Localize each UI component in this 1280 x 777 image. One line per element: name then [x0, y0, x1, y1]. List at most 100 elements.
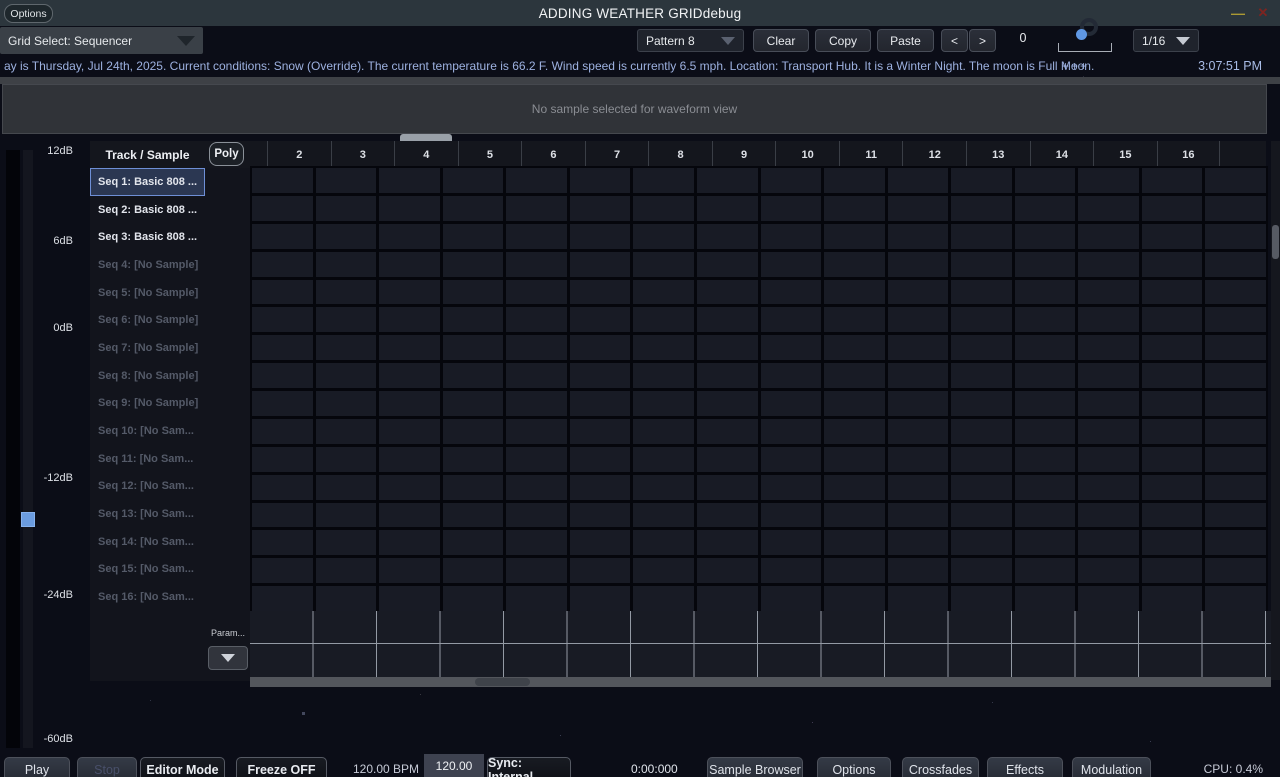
step-cell[interactable]: [1142, 168, 1203, 193]
step-cell[interactable]: [570, 530, 631, 555]
step-cell[interactable]: [506, 280, 567, 305]
step-cell[interactable]: [252, 447, 313, 472]
step-cell[interactable]: [443, 391, 504, 416]
step-cell[interactable]: [570, 363, 631, 388]
step-cell[interactable]: [951, 224, 1012, 249]
step-cell[interactable]: [633, 419, 694, 444]
step-cell[interactable]: [697, 196, 758, 221]
close-icon[interactable]: ✕: [1253, 3, 1273, 23]
track-row[interactable]: Seq 4: [No Sample]: [90, 251, 205, 279]
step-cell[interactable]: [888, 224, 949, 249]
step-cell[interactable]: [1078, 252, 1139, 277]
step-cell[interactable]: [379, 196, 440, 221]
step-cell[interactable]: [951, 391, 1012, 416]
step-cell[interactable]: [443, 447, 504, 472]
paste-button[interactable]: Paste: [877, 29, 934, 52]
step-cell[interactable]: [1142, 419, 1203, 444]
step-cell[interactable]: [1078, 168, 1139, 193]
clear-button[interactable]: Clear: [753, 29, 809, 52]
step-cell[interactable]: [888, 307, 949, 332]
pattern-dropdown[interactable]: Pattern 8: [637, 29, 744, 52]
step-cell[interactable]: [697, 307, 758, 332]
step-cell[interactable]: [697, 419, 758, 444]
step-cell[interactable]: [761, 391, 822, 416]
step-cell[interactable]: [316, 224, 377, 249]
step-cell[interactable]: [761, 280, 822, 305]
step-cell[interactable]: [379, 224, 440, 249]
step-cell[interactable]: [951, 307, 1012, 332]
step-cell[interactable]: [824, 586, 885, 611]
step-cell[interactable]: [316, 335, 377, 360]
step-cell[interactable]: [951, 503, 1012, 528]
step-cell[interactable]: [252, 196, 313, 221]
step-cell[interactable]: [697, 558, 758, 583]
step-cell[interactable]: [761, 224, 822, 249]
horizontal-scrollbar[interactable]: [250, 677, 1271, 687]
step-cell[interactable]: [1142, 196, 1203, 221]
step-cell[interactable]: [697, 363, 758, 388]
step-cell[interactable]: [252, 224, 313, 249]
step-cell[interactable]: [506, 307, 567, 332]
step-cell[interactable]: [252, 558, 313, 583]
step-cell[interactable]: [697, 391, 758, 416]
step-cell[interactable]: [1205, 558, 1266, 583]
step-cell[interactable]: [252, 503, 313, 528]
step-cell[interactable]: [506, 391, 567, 416]
step-cell[interactable]: [824, 224, 885, 249]
step-cell[interactable]: [1205, 391, 1266, 416]
step-cell[interactable]: [443, 252, 504, 277]
step-cell[interactable]: [316, 252, 377, 277]
step-cell[interactable]: [506, 419, 567, 444]
step-cell[interactable]: [443, 196, 504, 221]
step-cell[interactable]: [633, 530, 694, 555]
step-cell[interactable]: [379, 475, 440, 500]
step-cell[interactable]: [1205, 280, 1266, 305]
step-cell[interactable]: [252, 252, 313, 277]
step-cell[interactable]: [379, 586, 440, 611]
step-cell[interactable]: [1015, 419, 1076, 444]
step-cell[interactable]: [951, 280, 1012, 305]
step-cell[interactable]: [824, 447, 885, 472]
step-cell[interactable]: [633, 503, 694, 528]
step-cell[interactable]: [1142, 280, 1203, 305]
step-cell[interactable]: [506, 224, 567, 249]
step-cell[interactable]: [633, 586, 694, 611]
step-cell[interactable]: [1078, 363, 1139, 388]
step-cell[interactable]: [570, 252, 631, 277]
step-cell[interactable]: [1205, 224, 1266, 249]
stop-button[interactable]: Stop: [77, 757, 137, 777]
step-cell[interactable]: [379, 280, 440, 305]
step-cell[interactable]: [570, 168, 631, 193]
step-cell[interactable]: [633, 280, 694, 305]
step-cell[interactable]: [1205, 530, 1266, 555]
track-row[interactable]: Seq 11: [No Sam...: [90, 445, 205, 473]
step-cell[interactable]: [252, 307, 313, 332]
step-cell[interactable]: [379, 447, 440, 472]
effects-button[interactable]: Effects: [987, 757, 1063, 777]
step-cell[interactable]: [506, 530, 567, 555]
step-cell[interactable]: [570, 419, 631, 444]
track-row[interactable]: Seq 3: Basic 808 ...: [90, 223, 205, 251]
step-cell[interactable]: [1015, 224, 1076, 249]
step-cell[interactable]: [697, 503, 758, 528]
volume-fader-handle[interactable]: [21, 512, 35, 527]
step-cell[interactable]: [888, 503, 949, 528]
step-cell[interactable]: [1015, 280, 1076, 305]
step-cell[interactable]: [951, 558, 1012, 583]
step-cell[interactable]: [824, 503, 885, 528]
step-cell[interactable]: [316, 503, 377, 528]
step-cell[interactable]: [633, 447, 694, 472]
track-row[interactable]: Seq 1: Basic 808 ...: [90, 168, 205, 196]
track-row[interactable]: Seq 12: [No Sam...: [90, 473, 205, 501]
step-cell[interactable]: [1015, 475, 1076, 500]
step-cell[interactable]: [1142, 307, 1203, 332]
step-cell[interactable]: [570, 558, 631, 583]
param-dropdown[interactable]: [208, 646, 248, 670]
step-cell[interactable]: [506, 586, 567, 611]
step-cell[interactable]: [316, 168, 377, 193]
step-cell[interactable]: [316, 391, 377, 416]
step-cell[interactable]: [316, 558, 377, 583]
step-cell[interactable]: [1205, 447, 1266, 472]
step-cell[interactable]: [1142, 224, 1203, 249]
step-cell[interactable]: [888, 391, 949, 416]
